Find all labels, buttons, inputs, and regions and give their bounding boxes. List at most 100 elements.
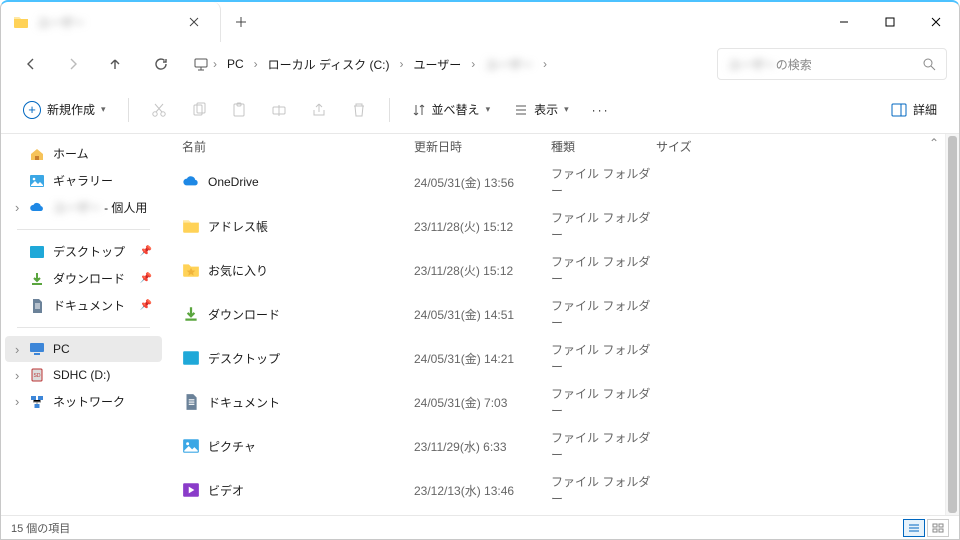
pin-icon: 📌 — [140, 300, 152, 311]
download-icon — [29, 271, 45, 287]
file-name: ピクチャ — [208, 438, 256, 455]
document-icon — [182, 393, 200, 411]
col-name[interactable]: 名前 — [182, 138, 414, 155]
nav-downloads[interactable]: ダウンロード 📌 — [5, 265, 162, 292]
file-type: ファイル フォルダー — [551, 253, 656, 287]
search-input[interactable]: ユーザーの検索 — [717, 48, 947, 80]
item-count: 15 個の項目 — [11, 520, 70, 536]
chevron-down-icon: ▾ — [486, 104, 491, 115]
table-row[interactable]: ダウンロード24/05/31(金) 14:51ファイル フォルダー — [166, 292, 945, 336]
onedrive-icon — [182, 173, 200, 191]
chevron-right-icon[interactable]: › — [469, 57, 477, 71]
document-icon — [29, 298, 45, 314]
up-button[interactable] — [97, 46, 133, 82]
chevron-right-icon[interactable]: › — [252, 57, 260, 71]
svg-text:SD: SD — [34, 373, 41, 379]
address-row: › PC › ローカル ディスク (C:) › ユーザー › ユーザー › ユー… — [1, 42, 959, 86]
col-type[interactable]: 種類 — [551, 138, 656, 155]
file-name: OneDrive — [208, 175, 259, 189]
chevron-right-icon[interactable]: › — [398, 57, 406, 71]
details-pane-button[interactable]: 詳細 — [881, 95, 947, 124]
table-row[interactable]: ミュージック23/11/28(火) 15:12ファイル フォルダー — [166, 512, 945, 515]
breadcrumb-seg-disk[interactable]: ローカル ディスク (C:) — [262, 52, 396, 77]
file-date: 23/11/29(水) 6:33 — [414, 438, 551, 455]
view-large-button[interactable] — [927, 519, 949, 537]
picture-icon — [182, 437, 200, 455]
view-label: 表示 — [534, 101, 558, 118]
sort-icon — [412, 103, 426, 117]
rows: OneDrive24/05/31(金) 13:56ファイル フォルダーアドレス帳… — [166, 160, 945, 515]
cut-button[interactable] — [141, 92, 177, 128]
table-row[interactable]: アドレス帳23/11/28(火) 15:12ファイル フォルダー — [166, 204, 945, 248]
nav-label: ダウンロード — [53, 270, 125, 287]
details-pane-icon — [891, 102, 907, 118]
table-row[interactable]: ドキュメント24/05/31(金) 7:03ファイル フォルダー — [166, 380, 945, 424]
maximize-button[interactable] — [867, 2, 913, 42]
nav-documents[interactable]: ドキュメント 📌 — [5, 292, 162, 319]
breadcrumb-seg-user[interactable]: ユーザー — [479, 52, 539, 77]
tab-close-button[interactable] — [180, 8, 208, 36]
nav-label: ギャラリー — [53, 172, 113, 189]
col-size[interactable]: サイズ — [656, 138, 736, 155]
sort-label: 並べ替え — [432, 101, 480, 118]
folder-icon — [182, 217, 200, 235]
rename-button[interactable] — [261, 92, 297, 128]
pc-icon — [29, 341, 45, 357]
table-row[interactable]: OneDrive24/05/31(金) 13:56ファイル フォルダー — [166, 160, 945, 204]
file-date: 23/11/28(火) 15:12 — [414, 262, 551, 279]
titlebar: ユーザー — [1, 2, 959, 42]
collapse-nav-icon[interactable]: ⌃ — [929, 136, 939, 150]
paste-button[interactable] — [221, 92, 257, 128]
file-name: ビデオ — [208, 482, 244, 499]
new-tab-button[interactable] — [221, 2, 261, 42]
file-type: ファイル フォルダー — [551, 165, 656, 199]
nav-network[interactable]: ネットワーク — [5, 388, 162, 415]
nav-pc[interactable]: PC — [5, 336, 162, 362]
status-bar: 15 個の項目 — [1, 515, 959, 539]
delete-button[interactable] — [341, 92, 377, 128]
view-details-button[interactable] — [903, 519, 925, 537]
new-button[interactable]: + 新規作成 ▾ — [13, 95, 116, 125]
table-row[interactable]: デスクトップ24/05/31(金) 14:21ファイル フォルダー — [166, 336, 945, 380]
nav-home[interactable]: ホーム — [5, 140, 162, 167]
share-button[interactable] — [301, 92, 337, 128]
explorer-window: ユーザー › PC › ローカル ディスク (C:) › ユーザー › — [0, 0, 960, 540]
chevron-right-icon[interactable]: › — [211, 57, 219, 71]
more-button[interactable]: ··· — [583, 92, 619, 128]
nav-onedrive[interactable]: ユーザー - 個人用 — [5, 194, 162, 221]
gallery-icon — [29, 173, 45, 189]
scrollbar[interactable] — [945, 134, 959, 515]
scrollbar-thumb[interactable] — [948, 136, 957, 513]
file-name: アドレス帳 — [208, 218, 268, 235]
copy-button[interactable] — [181, 92, 217, 128]
chevron-right-icon[interactable]: › — [541, 57, 549, 71]
breadcrumb-seg-pc[interactable]: PC — [221, 53, 250, 75]
chevron-down-icon: ▾ — [101, 104, 106, 115]
view-toggle — [903, 519, 949, 537]
sort-button[interactable]: 並べ替え ▾ — [402, 95, 501, 124]
minimize-button[interactable] — [821, 2, 867, 42]
view-button[interactable]: 表示 ▾ — [504, 95, 579, 124]
file-name: お気に入り — [208, 262, 268, 279]
file-name: ドキュメント — [208, 394, 280, 411]
file-type: ファイル フォルダー — [551, 297, 656, 331]
breadcrumb-seg-users[interactable]: ユーザー — [408, 52, 468, 77]
close-button[interactable] — [913, 2, 959, 42]
breadcrumb[interactable]: › PC › ローカル ディスク (C:) › ユーザー › ユーザー › — [185, 48, 711, 80]
table-row[interactable]: お気に入り 23/11/28(火) 15:12ファイル フォルダー — [166, 248, 945, 292]
table-row[interactable]: ビデオ23/12/13(水) 13:46ファイル フォルダー — [166, 468, 945, 512]
file-list: ⌃ 名前 更新日時 種類 サイズ OneDrive24/05/31(金) 13:… — [166, 134, 945, 515]
back-button[interactable] — [13, 46, 49, 82]
file-date: 24/05/31(金) 7:03 — [414, 394, 551, 411]
nav-sdhc[interactable]: SD SDHC (D:) — [5, 362, 162, 388]
network-icon — [29, 394, 45, 410]
col-date[interactable]: 更新日時 — [414, 138, 551, 155]
nav-gallery[interactable]: ギャラリー — [5, 167, 162, 194]
tab-current[interactable]: ユーザー — [1, 2, 221, 42]
nav-desktop[interactable]: デスクトップ 📌 — [5, 238, 162, 265]
forward-button[interactable] — [55, 46, 91, 82]
table-row[interactable]: ピクチャ23/11/29(水) 6:33ファイル フォルダー — [166, 424, 945, 468]
file-type: ファイル フォルダー — [551, 341, 656, 375]
refresh-button[interactable] — [143, 46, 179, 82]
pin-icon: 📌 — [140, 273, 152, 284]
